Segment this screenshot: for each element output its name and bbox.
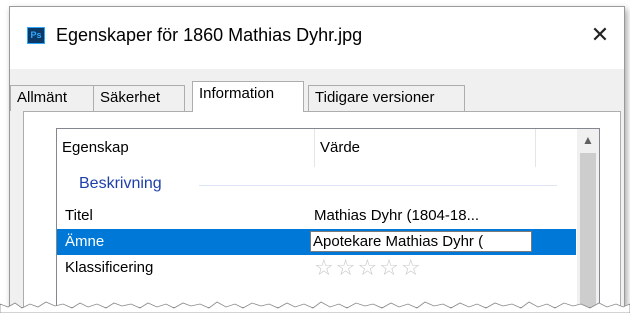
scroll-up-button[interactable]: ▲ [577, 129, 599, 151]
dialog-client-area: Allmänt Säkerhet Information Tidigare ve… [10, 69, 624, 307]
group-label: Beskrivning [79, 175, 162, 192]
information-tab-panel: Egenskap Värde Beskrivning Titel Mathias… [23, 111, 621, 307]
close-icon: ✕ [590, 22, 610, 47]
list-item-klassificering[interactable]: Klassificering ☆☆☆☆☆ [57, 255, 576, 281]
property-value[interactable]: Mathias Dyhr (1804-18... [314, 203, 479, 229]
value-edit-field[interactable]: Apotekare Mathias Dyhr ( [310, 231, 532, 252]
list-item-amne[interactable]: Ämne Apotekare Mathias Dyhr ( [57, 229, 576, 255]
photoshop-app-icon: Ps [27, 27, 45, 44]
chevron-up-icon: ▲ [582, 133, 594, 147]
list-item-titel[interactable]: Titel Mathias Dyhr (1804-18... [57, 203, 576, 229]
torn-edge-decoration [0, 301, 630, 313]
vertical-scrollbar[interactable]: ▲ [577, 129, 599, 307]
column-header-egenskap[interactable]: Egenskap [57, 129, 314, 167]
property-name: Titel [65, 207, 93, 224]
group-header-beskrivning[interactable]: Beskrivning [57, 173, 576, 197]
properties-dialog: Ps Egenskaper för 1860 Mathias Dyhr.jpg … [9, 6, 625, 308]
property-name: Klassificering [65, 259, 154, 276]
properties-list[interactable]: Egenskap Värde Beskrivning Titel Mathias… [56, 128, 600, 307]
tab-information[interactable]: Information [192, 81, 304, 112]
tab-tidigare-versioner[interactable]: Tidigare versioner [308, 85, 465, 111]
tab-strip: Allmänt Säkerhet Information Tidigare ve… [10, 81, 624, 112]
title-bar[interactable]: Ps Egenskaper för 1860 Mathias Dyhr.jpg … [10, 7, 624, 69]
tab-allmant[interactable]: Allmänt [10, 85, 94, 111]
property-name: Ämne [65, 233, 105, 250]
scroll-thumb[interactable] [580, 153, 596, 307]
tab-sakerhet[interactable]: Säkerhet [93, 85, 185, 111]
column-header-varde[interactable]: Värde [315, 129, 535, 167]
window-title: Egenskaper för 1860 Mathias Dyhr.jpg [56, 25, 363, 45]
list-header: Egenskap Värde [57, 129, 576, 167]
rating-stars[interactable]: ☆☆☆☆☆ [314, 255, 423, 281]
close-button[interactable]: ✕ [586, 23, 614, 49]
column-divider[interactable] [535, 129, 536, 167]
group-divider [199, 185, 557, 186]
